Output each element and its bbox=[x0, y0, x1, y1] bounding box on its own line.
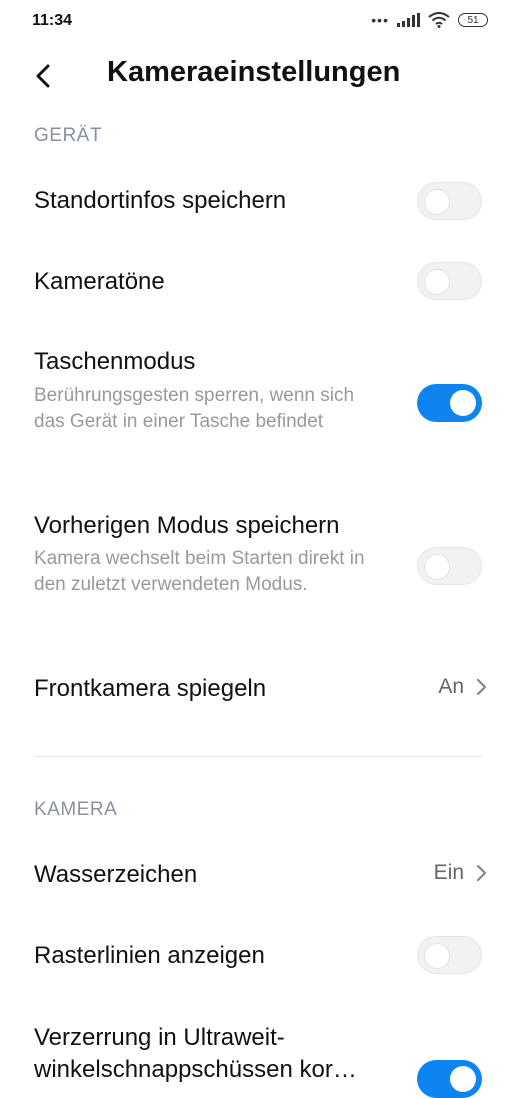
status-icons: ••• 51 bbox=[371, 12, 488, 28]
toggle-knob bbox=[424, 554, 450, 580]
setting-label-grid: Rasterlinien anzeigen bbox=[34, 942, 265, 969]
toggle-previous-mode[interactable] bbox=[417, 547, 482, 585]
watermark-value-link[interactable]: Ein bbox=[434, 861, 488, 885]
toggle-pocket-mode[interactable] bbox=[417, 384, 482, 422]
toggle-knob bbox=[424, 943, 450, 969]
setting-label-pocket-mode: Taschenmodus bbox=[34, 348, 196, 375]
setting-label-distortion: Verzerrung in Ultraweit-winkelschnappsch… bbox=[34, 1024, 357, 1083]
setting-description-pocket-mode: Berührungsgesten sperren, wenn sich das … bbox=[34, 385, 355, 432]
section-title-camera: KAMERA bbox=[34, 799, 118, 820]
divider bbox=[34, 756, 482, 757]
toggle-grid[interactable] bbox=[417, 936, 482, 974]
battery-icon: 51 bbox=[458, 13, 488, 27]
toggle-knob bbox=[424, 269, 450, 295]
signal-icon bbox=[397, 13, 420, 27]
toggle-sounds[interactable] bbox=[417, 262, 482, 300]
toggle-knob bbox=[450, 390, 476, 416]
setting-description-previous-mode: Kamera wechselt beim Starten direkt in d… bbox=[34, 548, 365, 595]
status-bar: 11:34 ••• 51 bbox=[0, 0, 516, 44]
wifi-icon bbox=[428, 12, 450, 28]
setting-label-mirror: Frontkamera spiegeln bbox=[34, 675, 267, 702]
chevron-right-icon bbox=[476, 864, 487, 882]
toggle-knob bbox=[450, 1066, 476, 1092]
toggle-location[interactable] bbox=[417, 182, 482, 220]
notification-dots-icon: ••• bbox=[371, 12, 389, 28]
back-button[interactable] bbox=[24, 56, 64, 96]
setting-label-sounds: Kameratöne bbox=[34, 268, 165, 295]
page-title: Kameraeinstellungen bbox=[107, 56, 401, 88]
setting-label-location: Standortinfos speichern bbox=[34, 187, 287, 214]
status-time: 11:34 bbox=[32, 12, 73, 29]
watermark-value: Ein bbox=[433, 861, 464, 884]
section-title-device: GERÄT bbox=[34, 125, 102, 146]
mirror-value: An bbox=[438, 675, 464, 698]
setting-label-watermark: Wasserzeichen bbox=[34, 861, 198, 888]
toggle-knob bbox=[424, 189, 450, 215]
chevron-right-icon bbox=[476, 678, 487, 696]
chevron-left-icon bbox=[36, 64, 50, 88]
toggle-distortion[interactable] bbox=[417, 1060, 482, 1098]
header: Kameraeinstellungen bbox=[0, 50, 516, 100]
mirror-value-link[interactable]: An bbox=[438, 675, 488, 699]
setting-label-previous-mode: Vorherigen Modus speichern bbox=[34, 512, 340, 539]
